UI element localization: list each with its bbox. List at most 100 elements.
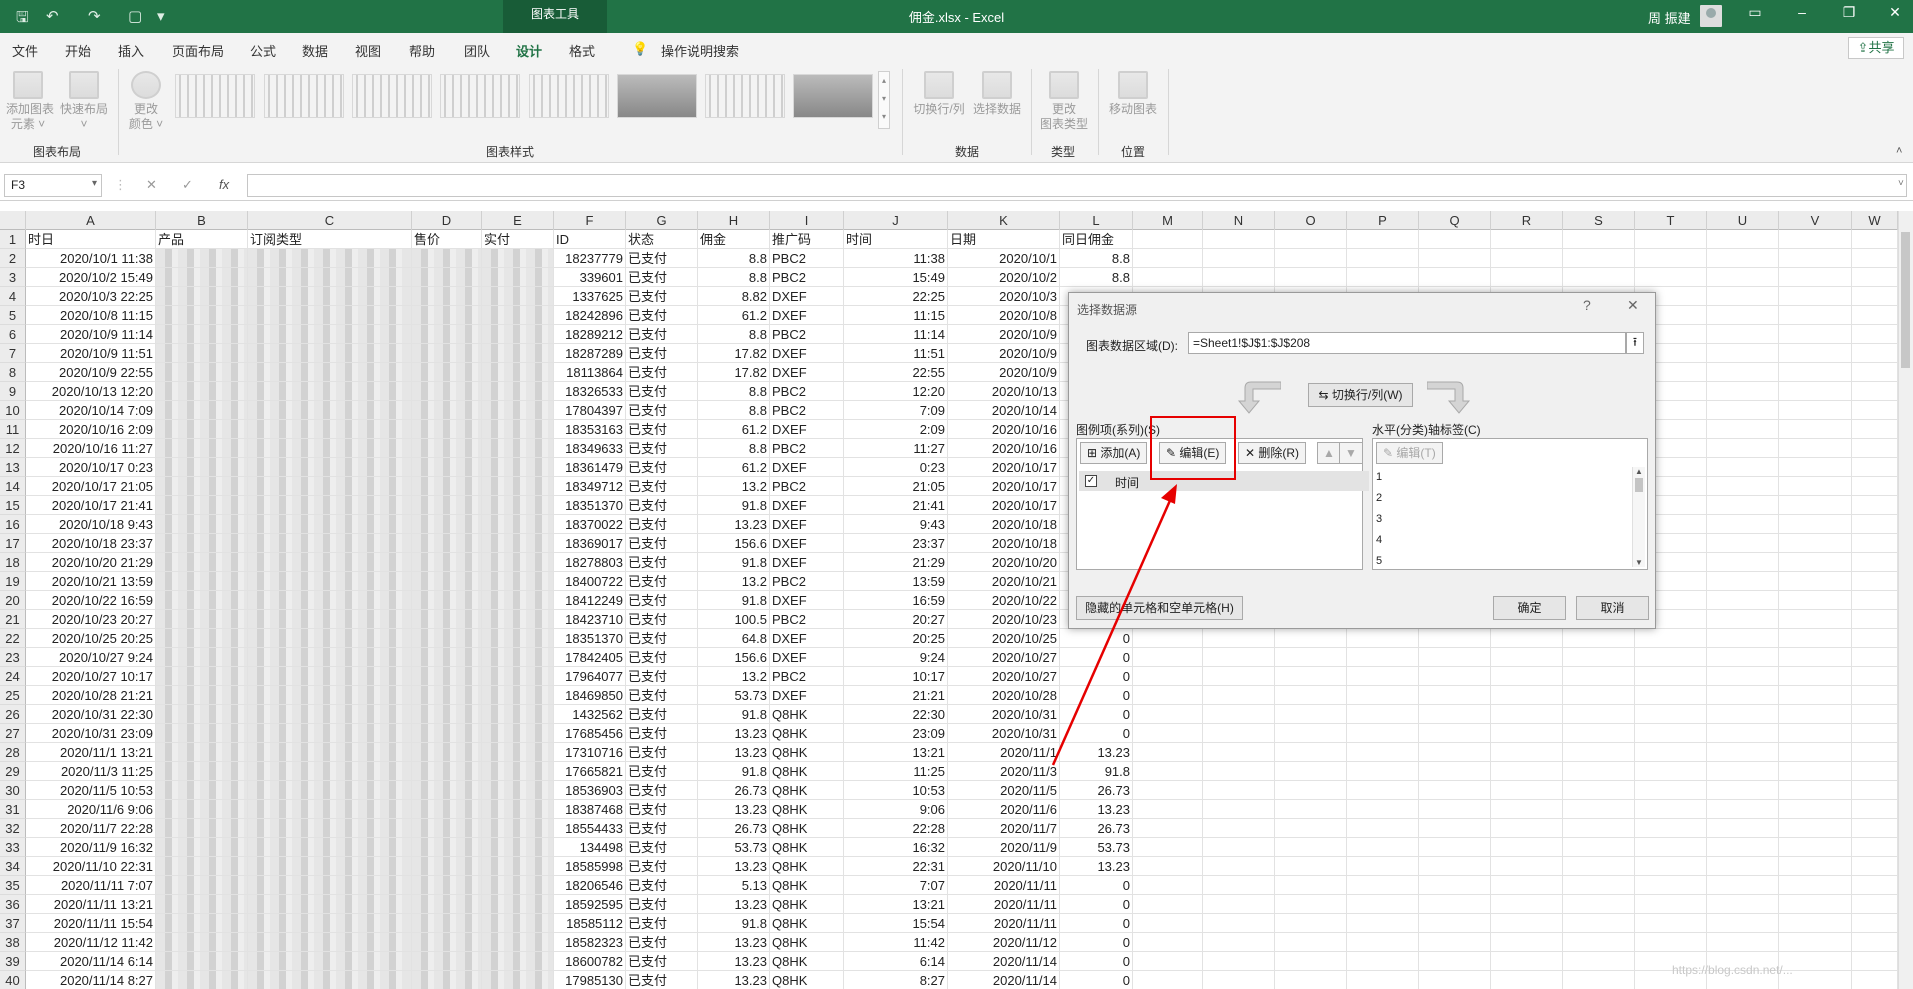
cell-A[interactable]: 2020/11/12 11:42 [26, 933, 156, 952]
cell-B[interactable] [156, 496, 248, 515]
cell-F[interactable]: 18423710 [554, 610, 626, 629]
cell-J[interactable]: 7:07 [844, 876, 948, 895]
cell-K[interactable]: 2020/10/18 [948, 515, 1060, 534]
cell-A[interactable]: 2020/11/3 11:25 [26, 762, 156, 781]
cell-V[interactable] [1779, 591, 1852, 610]
cell-F[interactable]: 17804397 [554, 401, 626, 420]
cell-J[interactable]: 9:06 [844, 800, 948, 819]
cell-W[interactable] [1852, 363, 1898, 382]
cell-K[interactable]: 2020/11/10 [948, 857, 1060, 876]
cell-W[interactable] [1852, 230, 1898, 249]
cell-E[interactable] [482, 838, 554, 857]
cell-I[interactable]: Q8HK [770, 838, 844, 857]
cell-K[interactable]: 2020/10/18 [948, 534, 1060, 553]
row-header[interactable]: 15 [0, 496, 26, 515]
cell-H[interactable]: 91.8 [698, 496, 770, 515]
cell-D[interactable] [412, 401, 482, 420]
cell-P[interactable] [1347, 705, 1419, 724]
cell-H[interactable]: 64.8 [698, 629, 770, 648]
cell-G[interactable]: 已支付 [626, 572, 698, 591]
cell-G[interactable]: 已支付 [626, 857, 698, 876]
cell-S[interactable] [1563, 648, 1635, 667]
cell-T[interactable] [1635, 781, 1707, 800]
cell-E[interactable] [482, 268, 554, 287]
cell-W[interactable] [1852, 705, 1898, 724]
cell-G[interactable]: 已支付 [626, 439, 698, 458]
cell-F[interactable]: 17310716 [554, 743, 626, 762]
cell-A[interactable]: 2020/11/7 22:28 [26, 819, 156, 838]
row-header[interactable]: 38 [0, 933, 26, 952]
cell-E[interactable] [482, 325, 554, 344]
cell-K[interactable]: 2020/10/2 [948, 268, 1060, 287]
cell-K[interactable]: 2020/11/11 [948, 914, 1060, 933]
cell-F[interactable]: 18351370 [554, 496, 626, 515]
cell-A[interactable]: 2020/11/11 13:21 [26, 895, 156, 914]
column-header[interactable]: F [554, 211, 626, 230]
tab-page-layout[interactable]: 页面布局 [172, 41, 224, 60]
cell-V[interactable] [1779, 249, 1852, 268]
cell-W[interactable] [1852, 610, 1898, 629]
cell-O[interactable] [1275, 724, 1347, 743]
column-header[interactable]: R [1491, 211, 1563, 230]
cell-I[interactable]: DXEF [770, 648, 844, 667]
column-header[interactable]: Q [1419, 211, 1491, 230]
cell-M[interactable] [1133, 249, 1203, 268]
cell-K[interactable]: 2020/11/9 [948, 838, 1060, 857]
cell-I[interactable]: DXEF [770, 344, 844, 363]
cell-K[interactable]: 2020/11/5 [948, 781, 1060, 800]
cell-I[interactable]: DXEF [770, 420, 844, 439]
cell-J[interactable]: 22:55 [844, 363, 948, 382]
cell-B[interactable] [156, 249, 248, 268]
cell-R[interactable] [1491, 971, 1563, 989]
cell-E[interactable] [482, 572, 554, 591]
cell-F[interactable]: 18353163 [554, 420, 626, 439]
cell-C[interactable] [248, 895, 412, 914]
cell-G[interactable]: 已支付 [626, 876, 698, 895]
cell-V[interactable] [1779, 629, 1852, 648]
cell-G[interactable]: 已支付 [626, 287, 698, 306]
cell-W[interactable] [1852, 268, 1898, 287]
collapse-ribbon-icon[interactable]: ˄ [1896, 145, 1902, 157]
cell-G[interactable]: 已支付 [626, 382, 698, 401]
cell-K[interactable]: 2020/10/3 [948, 287, 1060, 306]
cell-N[interactable] [1203, 914, 1275, 933]
cell-Q[interactable] [1419, 705, 1491, 724]
cell-D[interactable] [412, 819, 482, 838]
cell-V[interactable] [1779, 420, 1852, 439]
ok-button[interactable]: 确定 [1493, 596, 1566, 620]
cell-G[interactable]: 已支付 [626, 249, 698, 268]
cell-Q[interactable] [1419, 952, 1491, 971]
cell-T[interactable] [1635, 648, 1707, 667]
cell-F[interactable]: 18412249 [554, 591, 626, 610]
cell-W[interactable] [1852, 819, 1898, 838]
cell-L[interactable]: 0 [1060, 724, 1133, 743]
cell-P[interactable] [1347, 724, 1419, 743]
cell-T[interactable] [1635, 838, 1707, 857]
cell-H[interactable]: 61.2 [698, 306, 770, 325]
cell-S[interactable] [1563, 914, 1635, 933]
cell-I[interactable]: Q8HK [770, 743, 844, 762]
cell-R[interactable] [1491, 268, 1563, 287]
cell-Q[interactable] [1419, 838, 1491, 857]
row-header[interactable]: 12 [0, 439, 26, 458]
cell-I[interactable]: DXEF [770, 686, 844, 705]
cell-G[interactable]: 已支付 [626, 838, 698, 857]
cell-U[interactable] [1707, 800, 1779, 819]
series-checkbox[interactable]: ✓ [1085, 475, 1097, 487]
cell-H[interactable]: 61.2 [698, 458, 770, 477]
cell-B[interactable]: 产品 [156, 230, 248, 249]
cell-S[interactable] [1563, 952, 1635, 971]
cell-F[interactable]: 18400722 [554, 572, 626, 591]
cell-H[interactable]: 13.23 [698, 971, 770, 989]
cell-D[interactable]: 售价 [412, 230, 482, 249]
cell-Q[interactable] [1419, 876, 1491, 895]
cell-F[interactable]: 18206546 [554, 876, 626, 895]
cell-H[interactable]: 26.73 [698, 819, 770, 838]
chart-style-7[interactable] [705, 74, 785, 118]
column-header[interactable]: U [1707, 211, 1779, 230]
column-header[interactable]: P [1347, 211, 1419, 230]
cell-I[interactable]: 推广码 [770, 230, 844, 249]
cell-I[interactable]: PBC2 [770, 439, 844, 458]
cell-A[interactable]: 2020/10/14 7:09 [26, 401, 156, 420]
cell-K[interactable]: 2020/10/16 [948, 420, 1060, 439]
